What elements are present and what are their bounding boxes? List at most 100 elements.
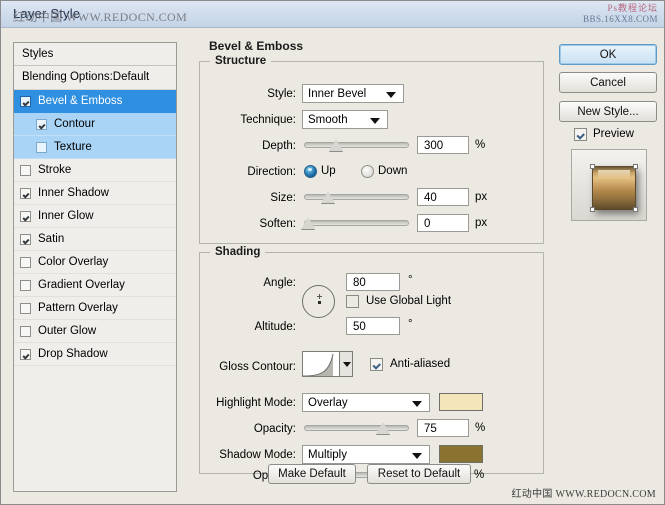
sidebar-item-bevel-emboss[interactable]: Bevel & Emboss (14, 90, 176, 113)
angle-dial[interactable] (302, 285, 335, 318)
use-global-light-checkbox[interactable] (346, 295, 359, 308)
shadow-mode-dropdown[interactable]: Multiply (302, 445, 430, 464)
technique-label: Technique: (240, 114, 296, 126)
make-default-button[interactable]: Make Default (268, 464, 356, 484)
highlight-opacity-track (304, 425, 409, 431)
checkbox-gradient-overlay[interactable] (20, 279, 31, 291)
sidebar-item-gradient-overlay[interactable]: Gradient Overlay (14, 274, 176, 297)
preview-checkbox[interactable] (574, 128, 587, 141)
sidebar-item-drop-shadow[interactable]: Drop Shadow (14, 343, 176, 366)
size-label: Size: (270, 192, 296, 204)
checkbox-inner-shadow[interactable] (20, 187, 31, 199)
angle-unit: ° (408, 274, 413, 286)
technique-dropdown[interactable]: Smooth (302, 110, 388, 129)
shading-group: Shading Angle: 80 ° Use Global Light Alt… (199, 246, 544, 474)
preview-thumbnail (571, 149, 647, 221)
shadow-color-swatch[interactable] (439, 445, 483, 463)
styles-panel: Styles Blending Options:Default Bevel & … (13, 42, 177, 492)
altitude-input[interactable]: 50 (346, 317, 400, 335)
depth-unit: % (475, 139, 486, 151)
sidebar-item-label: Stroke (38, 164, 72, 176)
sidebar-item-inner-glow[interactable]: Inner Glow (14, 205, 176, 228)
altitude-label: Altitude: (254, 321, 296, 333)
sidebar-item-label: Pattern Overlay (38, 302, 118, 314)
sidebar-item-label: Outer Glow (38, 325, 97, 337)
angle-input[interactable]: 80 (346, 273, 400, 291)
sidebar-item-texture[interactable]: Texture (14, 136, 176, 159)
bevel-emboss-panel: Bevel & Emboss Structure Style: Inner Be… (191, 34, 546, 492)
depth-input[interactable]: 300 (417, 136, 469, 154)
sidebar-item-label: Bevel & Emboss (38, 95, 123, 107)
contour-curve-icon (303, 353, 334, 376)
sidebar-item-label: Texture (54, 141, 92, 153)
size-slider-track (304, 194, 409, 200)
checkbox-inner-glow[interactable] (20, 210, 31, 222)
highlight-mode-dropdown[interactable]: Overlay (302, 393, 430, 412)
sidebar-item-label: Drop Shadow (38, 348, 108, 360)
depth-slider[interactable] (304, 138, 409, 152)
direction-up-label: Up (321, 165, 336, 177)
style-label: Style: (267, 88, 296, 100)
sidebar-item-satin[interactable]: Satin (14, 228, 176, 251)
sidebar-item-color-overlay[interactable]: Color Overlay (14, 251, 176, 274)
soften-slider-thumb[interactable] (301, 217, 315, 229)
ok-button[interactable]: OK (559, 44, 657, 65)
checkbox-bevel-emboss[interactable] (20, 95, 31, 107)
sidebar-item-inner-shadow[interactable]: Inner Shadow (14, 182, 176, 205)
highlight-opacity-slider[interactable] (304, 421, 409, 435)
highlight-color-swatch[interactable] (439, 393, 483, 411)
title-bar[interactable]: Layer Style 红动中国 WWW.REDOCN.COM (1, 1, 664, 28)
preview-handle (633, 164, 638, 169)
checkbox-color-overlay[interactable] (20, 256, 31, 268)
anti-aliased-checkbox[interactable] (370, 358, 383, 371)
sidebar-item-stroke[interactable]: Stroke (14, 159, 176, 182)
cancel-button[interactable]: Cancel (559, 72, 657, 93)
size-slider-thumb[interactable] (321, 191, 335, 203)
chevron-down-icon (412, 453, 422, 459)
size-input[interactable]: 40 (417, 188, 469, 206)
checkbox-texture[interactable] (36, 141, 47, 153)
checkbox-outer-glow[interactable] (20, 325, 31, 337)
direction-radio-up[interactable] (304, 165, 317, 178)
shading-legend: Shading (210, 246, 266, 258)
chevron-down-icon (370, 118, 380, 124)
depth-slider-track (304, 142, 409, 148)
checkbox-contour[interactable] (36, 118, 47, 130)
soften-slider[interactable] (301, 216, 409, 230)
checkbox-stroke[interactable] (20, 164, 31, 176)
shadow-opacity-unit: % (474, 469, 485, 481)
dialog-title: Layer Style (13, 6, 81, 21)
size-slider[interactable] (304, 190, 409, 204)
structure-legend: Structure (210, 55, 272, 67)
gloss-contour-dropdown[interactable] (340, 351, 353, 377)
sidebar-item-label: Contour (54, 118, 95, 130)
direction-label: Direction: (247, 166, 296, 178)
soften-slider-track (304, 220, 409, 226)
blending-options-item[interactable]: Blending Options:Default (14, 66, 176, 90)
depth-slider-thumb[interactable] (329, 139, 343, 151)
sidebar-item-label: Inner Glow (38, 210, 94, 222)
preview-handle (590, 207, 595, 212)
soften-label: Soften: (259, 218, 296, 230)
soften-input[interactable]: 0 (417, 214, 469, 232)
direction-radio-down[interactable] (361, 165, 374, 178)
checkbox-drop-shadow[interactable] (20, 348, 31, 360)
highlight-opacity-input[interactable]: 75 (417, 419, 469, 437)
preview-label: Preview (593, 128, 634, 140)
altitude-unit: ° (408, 318, 413, 330)
checkbox-satin[interactable] (20, 233, 31, 245)
new-style-button[interactable]: New Style... (559, 101, 657, 122)
highlight-opacity-thumb[interactable] (376, 422, 390, 434)
chevron-down-icon (412, 401, 422, 407)
angle-label: Angle: (263, 277, 296, 289)
sidebar-item-contour[interactable]: Contour (14, 113, 176, 136)
direction-down-label: Down (378, 165, 408, 177)
checkbox-pattern-overlay[interactable] (20, 302, 31, 314)
gloss-contour-preview[interactable] (302, 351, 340, 377)
depth-label: Depth: (262, 140, 296, 152)
style-dropdown[interactable]: Inner Bevel (302, 84, 404, 103)
sidebar-item-outer-glow[interactable]: Outer Glow (14, 320, 176, 343)
sidebar-item-pattern-overlay[interactable]: Pattern Overlay (14, 297, 176, 320)
chevron-down-icon (386, 92, 396, 98)
reset-to-default-button[interactable]: Reset to Default (367, 464, 471, 484)
